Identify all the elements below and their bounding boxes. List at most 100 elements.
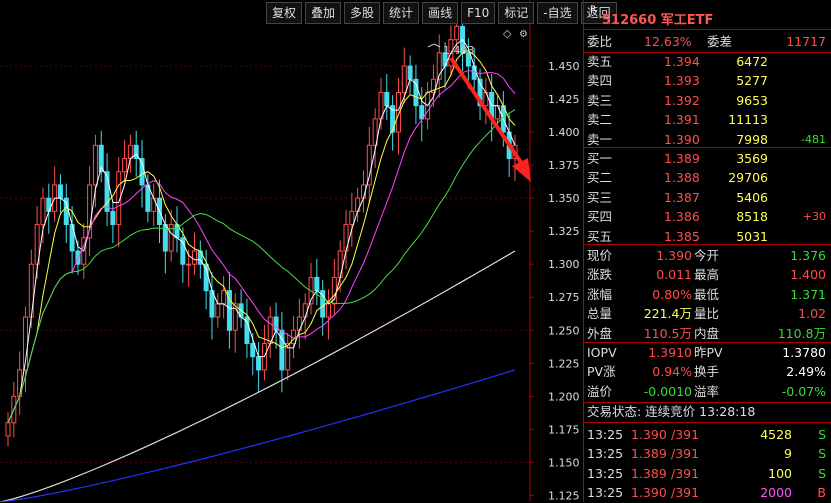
candle-body <box>302 303 308 318</box>
ask-price: 1.394 <box>664 54 700 69</box>
quote-panel: R 512660 军工ETF 委比 12.63% 委差 11717 卖五 1.39… <box>583 0 831 502</box>
high-price-label: 1.493 <box>443 44 475 57</box>
tick-price: 1.390 <box>631 427 667 442</box>
bid-price: 1.389 <box>664 151 700 166</box>
bid-row: 买四 1.386 8518 +30 <box>584 206 831 227</box>
tick-price: 1.390 <box>631 485 667 501</box>
ask-row: 卖三 1.392 9653 <box>584 90 831 111</box>
stat-value: 1.400 <box>790 267 826 283</box>
stat-label: 量比 <box>694 306 720 322</box>
long-ma-line-1 <box>0 369 516 502</box>
stat-row: 总量 221.4万 量比 1.02 <box>584 303 831 324</box>
iopv-value: 1.3910 <box>648 345 692 360</box>
price-axis-label: 1.125 <box>548 489 580 502</box>
tick-volume: 2000 <box>760 485 792 501</box>
candle-body <box>384 91 390 107</box>
tick-side: B <box>817 485 826 501</box>
ask-price: 1.391 <box>664 112 700 128</box>
bid-volume: 29706 <box>728 170 768 186</box>
iopv-label: 溢价 <box>587 383 613 399</box>
stat-value: 1.371 <box>790 286 826 302</box>
toolbar-button-6[interactable]: 标记 <box>498 2 535 24</box>
iopv-label: 溢率 <box>694 383 720 399</box>
price-axis-label: 1.275 <box>548 291 580 304</box>
tick-side: S <box>818 427 826 442</box>
toolbar-button-7[interactable]: -自选 <box>537 2 578 24</box>
stat-label: 最高 <box>694 267 720 283</box>
candle-body <box>366 144 372 186</box>
iopv-value: 0.94% <box>652 364 692 380</box>
r-mark: R <box>590 5 597 15</box>
tick-row: 13:25 1.390/391 2000 B <box>584 482 831 503</box>
bid-label: 买四 <box>587 209 613 225</box>
ask-volume: 11113 <box>728 112 768 128</box>
kline-chart[interactable]: 1.450 1.425 1.400 1.375 1.350 1.325 1.300 1.275… <box>0 0 582 502</box>
bid-change: +30 <box>802 210 826 224</box>
diamond-icon[interactable]: ◇ <box>503 27 512 40</box>
settings-icon[interactable]: ⚙ <box>519 29 528 40</box>
committee-diff-label: 委差 <box>707 34 733 49</box>
toolbar-button-0[interactable]: 复权 <box>266 2 303 24</box>
bid-volume: 8518 <box>736 209 768 225</box>
bid-label: 买三 <box>587 189 613 205</box>
candle-body <box>419 105 425 120</box>
moving-average-lines <box>0 38 516 502</box>
stat-label: 今开 <box>694 248 720 263</box>
tick-side: S <box>818 446 826 462</box>
tick-time: 13:25 <box>587 485 624 501</box>
iopv-label: IOPV <box>587 345 617 360</box>
iopv-label: PV涨 <box>587 364 616 380</box>
stat-label: 最低 <box>694 286 720 302</box>
ask-label: 卖五 <box>587 54 613 69</box>
trade-status-row: 交易状态: 连续竞价 13:28:18 <box>584 401 831 422</box>
trade-status: 交易状态: 连续竞价 13:28:18 <box>587 404 756 419</box>
tick-pair: /391 <box>671 485 700 501</box>
iopv-value: -0.0010 <box>643 383 692 399</box>
price-axis-label: 1.375 <box>548 159 580 172</box>
price-axis-label: 1.300 <box>548 258 580 271</box>
stat-row: 现价 1.390 今开 1.376 <box>584 245 831 266</box>
toolbar-button-4[interactable]: 画线 <box>422 2 459 24</box>
candle-body <box>250 342 256 358</box>
candle-body <box>127 144 133 160</box>
iopv-value: 1.3780 <box>782 345 826 360</box>
divider <box>584 29 831 30</box>
stat-value: 1.02 <box>798 306 826 322</box>
ask-label: 卖二 <box>587 112 613 128</box>
security-title[interactable]: 512660 军工ETF <box>602 9 713 28</box>
candle-body <box>122 158 128 173</box>
stat-value: 1.376 <box>790 248 826 263</box>
stat-label: 内盘 <box>694 325 720 341</box>
candle-body <box>454 25 460 41</box>
bid-price: 1.386 <box>664 209 700 225</box>
price-axis-label: 1.200 <box>548 390 580 403</box>
toolbar-button-3[interactable]: 统计 <box>383 2 420 24</box>
bid-row: 买二 1.388 29706 <box>584 167 831 188</box>
committee-diff: 11717 <box>786 34 826 49</box>
candle-body <box>92 144 98 186</box>
tick-row: 13:25 1.389/391 100 S <box>584 463 831 484</box>
iopv-row: IOPV 1.3910 昨PV 1.3780 <box>584 342 831 363</box>
toolbar-button-2[interactable]: 多股 <box>344 2 381 24</box>
iopv-row: 溢价 -0.0010 溢率 -0.07% <box>584 381 831 402</box>
tick-pair: /391 <box>671 427 700 442</box>
candle-body <box>471 65 477 80</box>
stat-value: 221.4万 <box>643 306 692 322</box>
bid-price: 1.388 <box>664 170 700 186</box>
price-axis-label: 1.350 <box>548 192 580 205</box>
stat-label: 涨跌 <box>587 267 613 283</box>
ask-volume: 5277 <box>736 73 768 89</box>
price-axis-label: 1.325 <box>548 225 580 238</box>
bid-volume: 5406 <box>736 189 768 205</box>
candle-body <box>401 65 407 93</box>
price-axis-label: 1.400 <box>548 126 580 139</box>
ask-label: 卖三 <box>587 92 613 108</box>
iopv-label: 昨PV <box>694 345 723 360</box>
bid-label: 买一 <box>587 151 613 166</box>
candle-body <box>256 356 262 371</box>
toolbar-button-5[interactable]: F10 <box>461 2 496 24</box>
long-ma-line-0 <box>0 250 516 502</box>
iopv-value: -0.07% <box>781 383 826 399</box>
toolbar-button-1[interactable]: 叠加 <box>305 2 342 24</box>
price-axis-label: 1.450 <box>548 60 580 73</box>
